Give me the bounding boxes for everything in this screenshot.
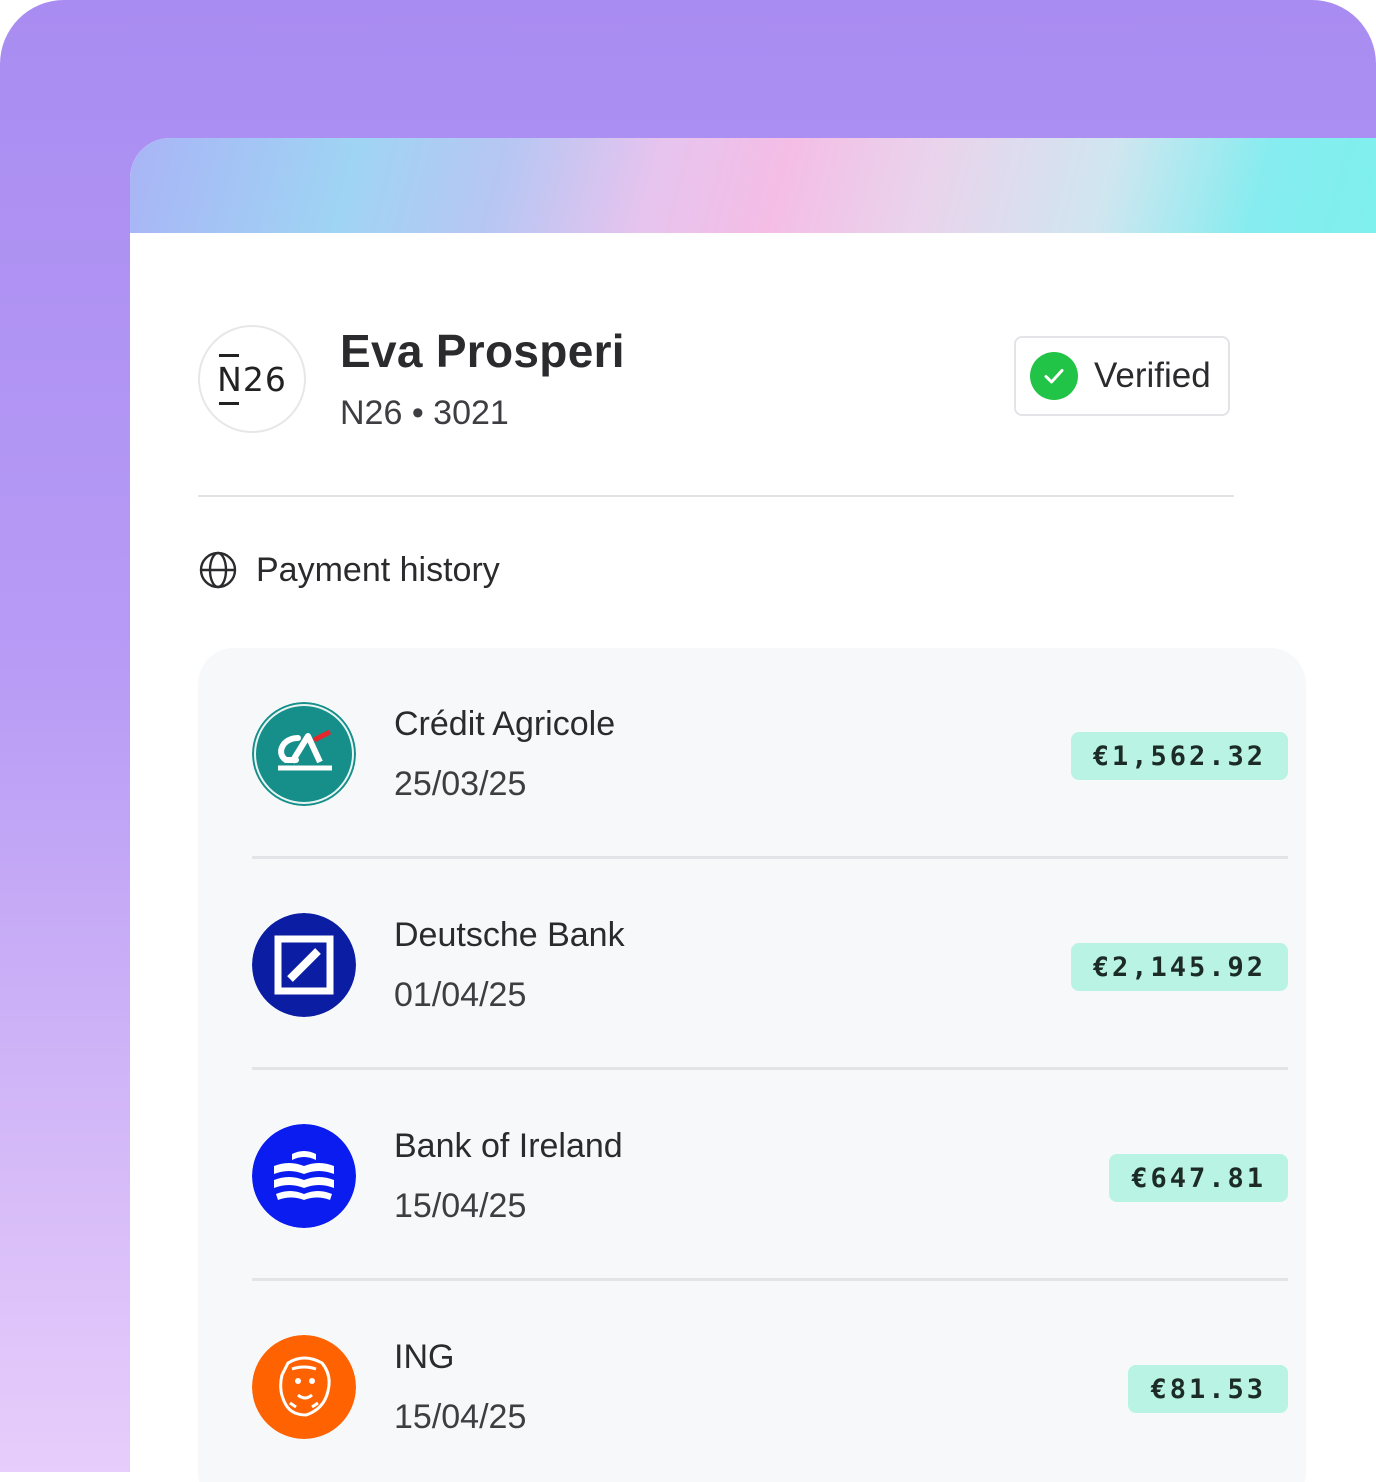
header-divider [198, 495, 1234, 497]
check-icon [1030, 352, 1078, 400]
deutsche-bank-logo [252, 913, 356, 1017]
bank-name: ING [394, 1338, 455, 1376]
payment-history-title: Payment history [256, 550, 500, 589]
list-item[interactable]: Bank of Ireland 15/04/25 €647.81 [252, 1070, 1288, 1281]
bank-name: Deutsche Bank [394, 916, 625, 954]
n26-logo-text: N26 [217, 353, 287, 405]
list-item[interactable]: Deutsche Bank 01/04/25 €2,145.92 [252, 859, 1288, 1070]
globe-icon [199, 551, 237, 589]
payment-history-header: Payment history [198, 550, 500, 590]
verified-badge: Verified [1014, 336, 1230, 416]
ing-logo [252, 1335, 356, 1439]
payment-date: 15/04/25 [394, 1187, 527, 1225]
account-card: N26 Eva Prosperi N26 • 3021 Verified Pay… [130, 138, 1376, 1482]
list-item[interactable]: ING 15/04/25 €81.53 [252, 1281, 1288, 1482]
amount-badge: €2,145.92 [1070, 943, 1288, 991]
amount-badge: €647.81 [1109, 1154, 1288, 1202]
verified-label: Verified [1094, 356, 1211, 395]
amount-badge: €1,562.32 [1070, 732, 1288, 780]
amount-badge: €81.53 [1128, 1365, 1288, 1413]
account-bank-number: N26 • 3021 [340, 394, 509, 432]
payment-history-list: Crédit Agricole 25/03/25 €1,562.32 Deuts… [198, 648, 1306, 1482]
account-holder-name: Eva Prosperi [340, 325, 625, 377]
payment-date: 01/04/25 [394, 976, 527, 1014]
list-item[interactable]: Crédit Agricole 25/03/25 €1,562.32 [252, 648, 1288, 859]
bank-of-ireland-logo [252, 1124, 356, 1228]
n26-logo: N26 [198, 325, 306, 433]
bank-name: Bank of Ireland [394, 1127, 623, 1165]
bank-name: Crédit Agricole [394, 705, 616, 743]
payment-date: 25/03/25 [394, 765, 527, 803]
payment-date: 15/04/25 [394, 1398, 527, 1436]
card-banner [130, 138, 1376, 233]
credit-agricole-logo [252, 702, 356, 806]
